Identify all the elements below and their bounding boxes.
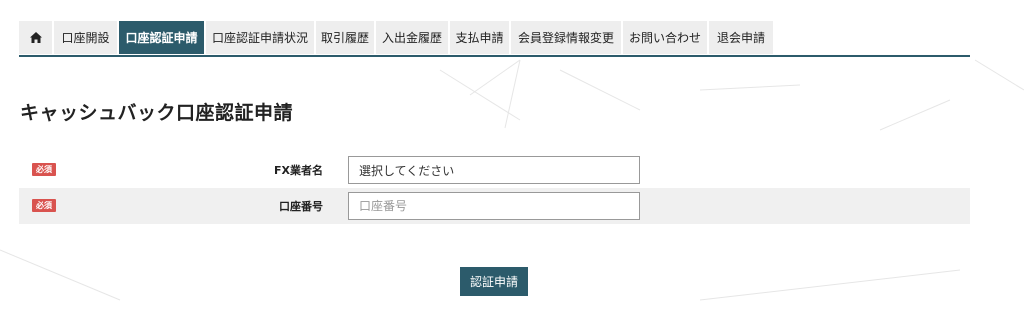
fx-company-label: FX業者名 xyxy=(274,164,323,177)
fx-company-select-value: 選択してください xyxy=(359,163,455,178)
account-number-label: 口座番号 xyxy=(279,200,323,213)
tab-withdraw-membership[interactable]: 退会申請 xyxy=(709,21,773,54)
main-navigation: 口座開設 口座認証申請 口座認証申請状況 取引履歴 入出金履歴 支払申請 会員登… xyxy=(19,21,970,57)
account-number-input[interactable] xyxy=(348,192,640,220)
tab-account-opening[interactable]: 口座開設 xyxy=(54,21,117,54)
tab-deposit-withdrawal-history[interactable]: 入出金履歴 xyxy=(376,21,448,54)
tab-contact[interactable]: お問い合わせ xyxy=(623,21,707,54)
required-badge: 必須 xyxy=(32,163,56,176)
required-badge: 必須 xyxy=(32,199,56,212)
account-number-row: 必須 口座番号 xyxy=(19,188,970,224)
tab-verification-status[interactable]: 口座認証申請状況 xyxy=(206,21,314,54)
verification-form: 必須 FX業者名 選択してください 必須 口座番号 xyxy=(19,152,970,224)
tab-member-info-change[interactable]: 会員登録情報変更 xyxy=(511,21,621,54)
home-icon[interactable] xyxy=(19,21,52,54)
fx-company-select[interactable]: 選択してください xyxy=(348,156,640,184)
page-title: キャッシュバック口座認証申請 xyxy=(20,102,294,124)
fx-company-row: 必須 FX業者名 選択してください xyxy=(19,152,970,188)
tab-account-verification[interactable]: 口座認証申請 xyxy=(119,21,204,54)
tab-payment-request[interactable]: 支払申請 xyxy=(450,21,509,54)
tab-trade-history[interactable]: 取引履歴 xyxy=(316,21,374,54)
submit-verification-button[interactable]: 認証申請 xyxy=(460,267,528,296)
